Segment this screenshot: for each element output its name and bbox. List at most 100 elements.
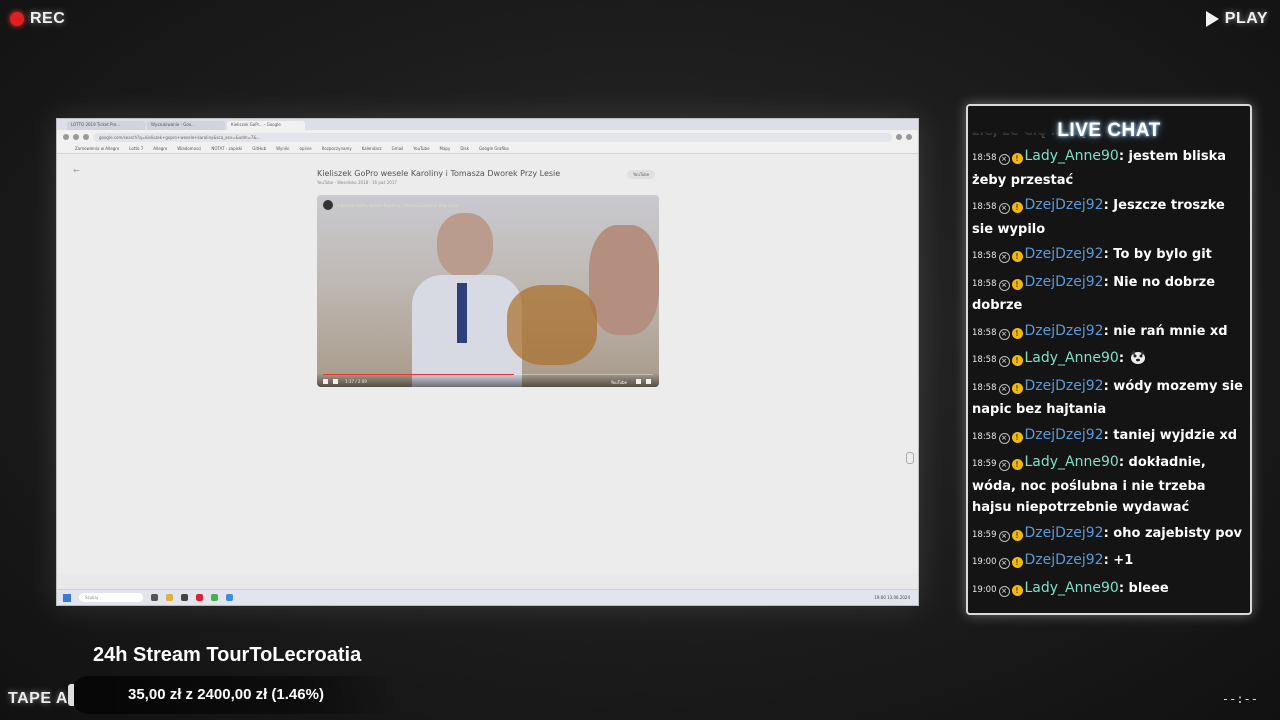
message-timestamp: 18:59 <box>972 459 997 469</box>
profile-icon[interactable] <box>906 134 912 140</box>
moderation-badge-icon: × <box>998 279 1010 291</box>
file-explorer-icon[interactable] <box>166 594 173 601</box>
video-frame-person <box>437 213 493 277</box>
bookmark-item[interactable]: Mapy <box>440 146 451 151</box>
donation-goal-text: 35,00 zł z 2400,00 zł (1.46%) <box>128 686 324 703</box>
browser-tab[interactable]: Wyszukiwanie - Goo... <box>147 121 225 130</box>
chat-message-text: : oho zajebisty pov <box>1103 525 1242 541</box>
chat-username[interactable]: DzejDzej92 <box>1025 246 1104 262</box>
moderation-badge-icon: × <box>998 154 1010 165</box>
browser-tab[interactable]: LOTTO 2019 Ticket Pre... <box>67 121 145 130</box>
message-timestamp: 18:58 <box>972 382 997 393</box>
bookmark-item[interactable]: Google Grafika <box>479 146 509 151</box>
video-frame-shirt <box>412 275 522 387</box>
address-bar[interactable]: google.com/search?q=kieliszek+gopro+wese… <box>93 132 892 142</box>
chat-username[interactable]: DzejDzej92 <box>1025 197 1104 213</box>
bookmark-item[interactable]: Kalendarz <box>362 146 382 151</box>
youtube-button[interactable]: YouTube <box>627 170 656 179</box>
moderation-badge-icon: × <box>998 203 1010 214</box>
bookmarks-bar: Zamowienia w Allegro Lotto 7 Allegro Wiadom… <box>57 144 918 154</box>
bookmark-item[interactable]: YouTube <box>413 146 429 151</box>
search-result-page: ← Kieliszek GoPro wesele Karoliny i Toma… <box>57 154 918 574</box>
bookmark-item[interactable]: opinie <box>299 146 311 151</box>
tape-counter: --:-- <box>1221 692 1258 706</box>
forward-icon[interactable] <box>73 134 79 140</box>
scroll-indicator[interactable] <box>906 452 914 464</box>
message-timestamp: 19:00 <box>972 557 997 567</box>
bookmark-item[interactable]: Rozpoczynamy <box>322 146 352 151</box>
bookmark-item[interactable]: Gmail <box>392 146 404 151</box>
play-icon <box>1205 11 1219 27</box>
video-player[interactable]: Kieliszek GoPro wesele Karoliny i Tomasz… <box>317 195 659 387</box>
coin-badge-icon: ! <box>1011 251 1023 262</box>
taskbar-search[interactable]: Szukaj <box>79 593 143 602</box>
chat-message: 18:58 ×! DzejDzej92: Nie no dobrze dobrze <box>971 272 1247 321</box>
bookmark-item[interactable]: Wiadomosci <box>177 146 201 151</box>
chat-message: 19:00 ×! Lady_Anne90: bleee <box>971 578 1247 606</box>
chat-username[interactable]: DzejDzej92 <box>1025 525 1104 541</box>
chat-username[interactable]: DzejDzej92 <box>1025 427 1104 443</box>
pause-icon[interactable] <box>323 379 328 384</box>
moderation-badge-icon: × <box>998 530 1010 542</box>
donation-goal-fill <box>68 684 74 706</box>
message-timestamp: 18:58 <box>972 431 997 442</box>
bookmark-item[interactable]: Wyniki <box>276 146 289 151</box>
browser-toolbar: google.com/search?q=kieliszek+gopro+wese… <box>57 130 918 144</box>
progress-bar[interactable] <box>323 374 653 375</box>
bookmark-item[interactable]: NOTAT - zapiski <box>211 146 242 151</box>
chat-username[interactable]: DzejDzej92 <box>1025 323 1104 339</box>
bookmark-item[interactable]: Allegro <box>153 146 167 151</box>
browser-tab-active[interactable]: Kieliszek GoPr... - Google <box>227 121 305 130</box>
youtube-logo[interactable]: YouTube <box>611 380 627 385</box>
chat-username[interactable]: Lady_Anne90 <box>1025 580 1119 596</box>
moderation-badge-icon: × <box>998 460 1010 471</box>
channel-avatar[interactable] <box>323 200 333 210</box>
video-title[interactable]: Kieliszek GoPro wesele Karoliny i Tomasz… <box>317 169 560 178</box>
chat-username[interactable]: Lady_Anne90 <box>1025 454 1119 470</box>
edge-icon[interactable] <box>226 594 233 601</box>
coin-badge-icon: ! <box>1011 431 1023 443</box>
message-timestamp: 18:58 <box>972 327 997 338</box>
chat-username[interactable]: DzejDzej92 <box>1025 274 1104 290</box>
volume-icon[interactable] <box>333 379 338 384</box>
browser-tab-strip: LOTTO 2019 Ticket Pre... Wyszukiwanie - … <box>57 119 918 130</box>
chat-username[interactable]: DzejDzej92 <box>1025 552 1104 568</box>
message-timestamp: 18:58 <box>972 355 997 365</box>
moderation-badge-icon: × <box>998 252 1010 263</box>
taskview-icon[interactable] <box>151 594 158 601</box>
chat-message: 18:58 ×! DzejDzej92: wódy mozemy sie napic… <box>971 376 1247 425</box>
player-title-bar: Kieliszek GoPro wesele Karoliny i Tomasz… <box>323 200 459 210</box>
chrome-icon[interactable] <box>211 594 218 601</box>
windows-start-icon[interactable] <box>63 593 71 602</box>
message-timestamp: 18:58 <box>972 202 997 212</box>
bookmark-item[interactable]: Lotto 7 <box>129 146 143 151</box>
extensions-icon[interactable] <box>896 134 902 140</box>
chat-username[interactable]: DzejDzej92 <box>1025 378 1104 394</box>
chat-message: 18:58 ×! DzejDzej92: taniej wyjdzie xd <box>971 425 1247 453</box>
stream-title: 24h Stream TourToLecroatia <box>93 644 362 666</box>
bookmark-item[interactable]: Zamowienia w Allegro <box>75 146 119 151</box>
rec-indicator: REC <box>10 10 65 28</box>
app-icon[interactable] <box>181 594 188 601</box>
message-timestamp: 18:58 <box>972 153 997 163</box>
video-frame-woman <box>589 225 659 335</box>
live-chat-title: LIVE CHAT <box>1057 120 1161 141</box>
player-title[interactable]: Kieliszek GoPro wesele Karoliny i Tomasz… <box>337 203 459 208</box>
coin-badge-icon: ! <box>1011 278 1023 290</box>
chat-messages: 18:58×!Lady_Anne90: @DzejDzej92 źle, że … <box>971 106 1247 606</box>
message-timestamp: 18:58 <box>972 278 997 289</box>
app-icon[interactable] <box>196 594 203 601</box>
chat-username[interactable]: Lady_Anne90 <box>1025 350 1119 366</box>
back-icon[interactable] <box>63 134 69 140</box>
miniplayer-icon[interactable] <box>636 379 641 384</box>
fullscreen-icon[interactable] <box>646 379 651 384</box>
bookmark-item[interactable]: GitHub <box>252 146 266 151</box>
bookmark-item[interactable]: Disk <box>460 146 469 151</box>
play-label: PLAY <box>1224 10 1268 27</box>
back-arrow-icon[interactable]: ← <box>73 166 80 175</box>
coin-badge-icon: ! <box>1011 355 1023 366</box>
video-frame-glass <box>507 285 597 365</box>
moderation-badge-icon: × <box>998 585 1010 597</box>
player-controls <box>317 373 659 387</box>
reload-icon[interactable] <box>83 134 89 140</box>
